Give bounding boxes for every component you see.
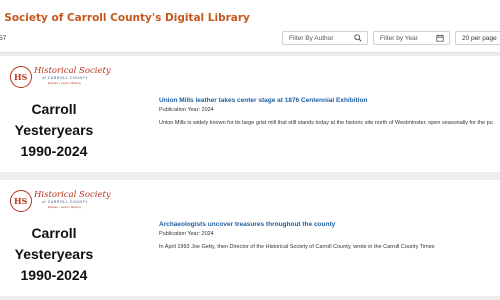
result-count: 57 bbox=[0, 35, 7, 42]
historical-society-logo: HS Historical Society of CARROLL COUNTY … bbox=[10, 190, 111, 214]
per-page-select[interactable]: 20 per page bbox=[455, 31, 500, 45]
result-card: HS Historical Society of CARROLL COUNTY … bbox=[0, 180, 500, 296]
publication-year: Publication Year: 2024 bbox=[159, 231, 214, 237]
publication-year: Publication Year: 2024 bbox=[159, 107, 214, 113]
logo-seal-icon: HS bbox=[10, 190, 32, 212]
thumbnail-title: Carroll Yesteryears 1990-2024 bbox=[14, 225, 94, 283]
filter-by-author-input[interactable]: Filter By Author bbox=[282, 31, 368, 45]
article-excerpt: Union Mills is widely known for its larg… bbox=[159, 120, 493, 126]
filter-by-author-placeholder: Filter By Author bbox=[289, 35, 334, 42]
result-thumbnail[interactable]: HS Historical Society of CARROLL COUNTY … bbox=[0, 56, 111, 172]
filter-by-year-input[interactable]: Filter by Year bbox=[373, 31, 450, 45]
search-icon bbox=[354, 34, 362, 44]
result-card: HS Historical Society of CARROLL COUNTY … bbox=[0, 56, 500, 172]
result-thumbnail[interactable]: HS Historical Society of CARROLL COUNTY … bbox=[0, 180, 111, 296]
site-title: l Society of Carroll County's Digital Li… bbox=[0, 12, 250, 24]
calendar-icon bbox=[436, 34, 444, 44]
article-title-link[interactable]: Union Mills leather takes center stage a… bbox=[159, 97, 367, 104]
results-toolbar: 57 Filter By Author Filter by Year 20 pe… bbox=[0, 24, 500, 53]
article-excerpt: In April 1993 Joe Getty, then Director o… bbox=[159, 244, 435, 250]
article-title-link[interactable]: Archaeologists uncover treasures through… bbox=[159, 221, 335, 228]
historical-society-logo: HS Historical Society of CARROLL COUNTY … bbox=[10, 66, 111, 90]
thumbnail-title: Carroll Yesteryears 1990-2024 bbox=[14, 101, 94, 159]
filter-by-year-placeholder: Filter by Year bbox=[380, 35, 418, 42]
logo-seal-icon: HS bbox=[10, 66, 32, 88]
